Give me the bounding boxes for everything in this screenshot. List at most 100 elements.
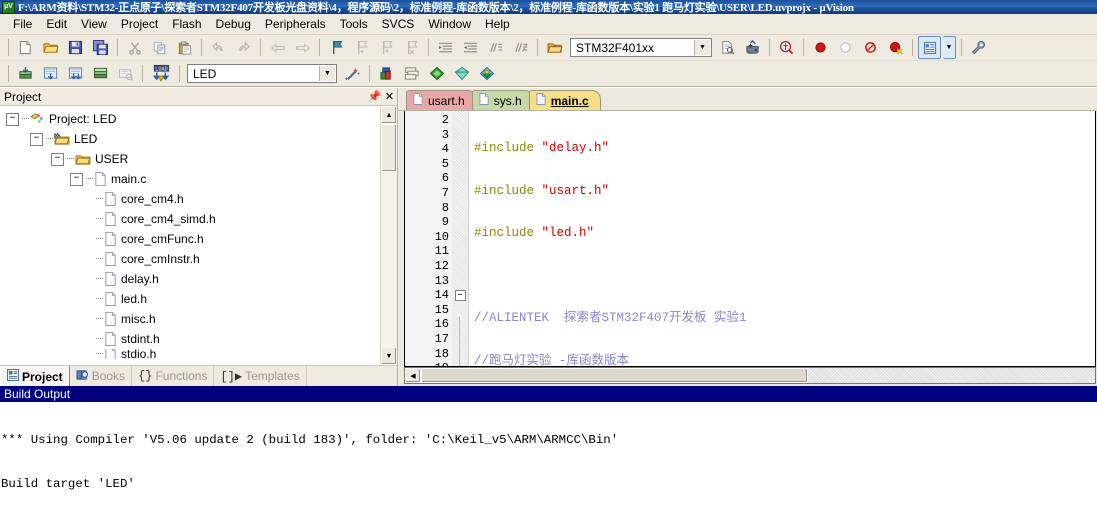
- tree-expander[interactable]: −: [70, 172, 83, 186]
- open-file-button[interactable]: [39, 36, 62, 59]
- new-file-button[interactable]: [14, 36, 37, 59]
- copy-button[interactable]: [148, 36, 171, 59]
- tree-node-header-file[interactable]: stdint.h: [4, 329, 380, 349]
- menu-window[interactable]: Window: [421, 15, 478, 33]
- manage-run-time-button[interactable]: [450, 62, 473, 85]
- target-folder-icon: [54, 132, 70, 146]
- target-select[interactable]: LED ▼: [187, 64, 337, 83]
- tab-usart-h[interactable]: usart.h: [406, 90, 477, 110]
- multi-project-button[interactable]: [400, 62, 423, 85]
- menu-project[interactable]: Project: [114, 15, 165, 33]
- tree-node-led[interactable]: − LED: [4, 129, 380, 149]
- batch-build-button[interactable]: [89, 62, 112, 85]
- tree-node-header-file[interactable]: core_cm4.h: [4, 189, 380, 209]
- tree-node-header-file[interactable]: stdio.h: [4, 349, 380, 359]
- manage-windows-arrow[interactable]: ▼: [943, 36, 956, 59]
- editor-horizontal-scrollbar[interactable]: ◀: [404, 367, 1096, 384]
- select-software-packs-button[interactable]: [475, 62, 498, 85]
- configure-tools-button[interactable]: [967, 36, 990, 59]
- scroll-left-button[interactable]: ◀: [405, 368, 421, 383]
- outdent-button[interactable]: [459, 36, 482, 59]
- manage-project-items-button[interactable]: [375, 62, 398, 85]
- menu-svcs[interactable]: SVCS: [375, 15, 422, 33]
- tree-node-header-file[interactable]: core_cm4_simd.h: [4, 209, 380, 229]
- disable-breakpoint-button[interactable]: [834, 36, 857, 59]
- disable-all-breakpoints-button[interactable]: [859, 36, 882, 59]
- tab-books[interactable]: Books: [70, 366, 133, 386]
- bookmark-next-button[interactable]: [375, 36, 398, 59]
- bookmark-prev-button[interactable]: [350, 36, 373, 59]
- translate-button[interactable]: [14, 62, 37, 85]
- header-file-icon: [104, 292, 117, 306]
- tab-main-c[interactable]: main.c: [528, 90, 601, 110]
- tab-functions[interactable]: {} Functions: [132, 366, 215, 386]
- fold-collapse-button[interactable]: −: [452, 288, 468, 303]
- build-button[interactable]: [39, 62, 62, 85]
- configure-button[interactable]: [741, 36, 764, 59]
- menu-help[interactable]: Help: [478, 15, 517, 33]
- comment-button[interactable]: [484, 36, 507, 59]
- code-folding-column[interactable]: −: [452, 111, 469, 366]
- menu-peripherals[interactable]: Peripherals: [258, 15, 333, 33]
- tree-node-header-file[interactable]: misc.h: [4, 309, 380, 329]
- code-editor[interactable]: 2 3 4 5 6 7 8 9 10 11 12 13 14 15 16 17 …: [404, 111, 1096, 367]
- indent-button[interactable]: [434, 36, 457, 59]
- menu-flash[interactable]: Flash: [165, 15, 208, 33]
- tree-node-header-file[interactable]: delay.h: [4, 269, 380, 289]
- insert-breakpoint-button[interactable]: [809, 36, 832, 59]
- navigate-forward-button[interactable]: [291, 36, 314, 59]
- menu-view[interactable]: View: [74, 15, 114, 33]
- save-button[interactable]: [64, 36, 87, 59]
- tree-expander[interactable]: −: [51, 152, 64, 166]
- start-debug-button[interactable]: [775, 36, 798, 59]
- scroll-up-button[interactable]: ▲: [381, 106, 397, 124]
- tree-node-header-file[interactable]: core_cmInstr.h: [4, 249, 380, 269]
- stop-build-button[interactable]: [114, 62, 137, 85]
- scrollbar-thumb[interactable]: [421, 368, 808, 383]
- tree-node-project-led[interactable]: − Project: LED: [4, 109, 380, 129]
- tab-sys-h[interactable]: sys.h: [471, 90, 534, 110]
- bookmark-clear-button[interactable]: [400, 36, 423, 59]
- target-options-button[interactable]: [543, 36, 566, 59]
- open-build-log-button[interactable]: [716, 36, 739, 59]
- device-select[interactable]: STM32F401xx ▼: [570, 38, 712, 57]
- project-tree-scrollbar[interactable]: ▲ ▼: [380, 106, 397, 365]
- tree-expander[interactable]: −: [30, 132, 43, 146]
- save-all-button[interactable]: [89, 36, 112, 59]
- rebuild-button[interactable]: [64, 62, 87, 85]
- menu-file[interactable]: File: [6, 15, 39, 33]
- build-output-text[interactable]: *** Using Compiler 'V5.06 update 2 (buil…: [0, 402, 1097, 518]
- navigate-back-button[interactable]: [266, 36, 289, 59]
- scrollbar-thumb[interactable]: [381, 124, 397, 172]
- pack-installer-button[interactable]: [425, 62, 448, 85]
- redo-button[interactable]: [232, 36, 255, 59]
- tree-node-user[interactable]: − USER: [4, 149, 380, 169]
- paste-button[interactable]: [173, 36, 196, 59]
- tree-expander[interactable]: −: [6, 112, 19, 126]
- target-options-wand-button[interactable]: [341, 62, 364, 85]
- undo-button[interactable]: [207, 36, 230, 59]
- tab-project[interactable]: Project: [0, 366, 70, 386]
- tree-node-header-file[interactable]: core_cmFunc.h: [4, 229, 380, 249]
- tab-templates[interactable]: []▶ Templates: [214, 366, 307, 386]
- code-text[interactable]: #include "delay.h" #include "usart.h" #i…: [469, 111, 1095, 366]
- kill-all-breakpoints-button[interactable]: [884, 36, 907, 59]
- menu-edit[interactable]: Edit: [39, 15, 74, 33]
- manage-windows-button[interactable]: [918, 36, 941, 59]
- menu-debug[interactable]: Debug: [209, 15, 258, 33]
- tree-node-main-c[interactable]: − main.c: [4, 169, 380, 189]
- tree-node-header-file[interactable]: led.h: [4, 289, 380, 309]
- fold-marker: [452, 171, 468, 186]
- cut-button[interactable]: [123, 36, 146, 59]
- close-icon[interactable]: ✕: [382, 89, 397, 104]
- menu-tools[interactable]: Tools: [333, 15, 375, 33]
- scroll-down-button[interactable]: ▼: [381, 347, 397, 365]
- uncomment-button[interactable]: [509, 36, 532, 59]
- download-button[interactable]: LOAD: [148, 62, 174, 85]
- chevron-down-icon[interactable]: ▼: [319, 66, 335, 81]
- bookmark-toggle-button[interactable]: [325, 36, 348, 59]
- white-dot-icon: [840, 42, 851, 53]
- chevron-down-icon[interactable]: ▼: [694, 40, 710, 55]
- pin-icon[interactable]: 📌: [367, 89, 382, 104]
- scrollbar-track[interactable]: [381, 172, 397, 347]
